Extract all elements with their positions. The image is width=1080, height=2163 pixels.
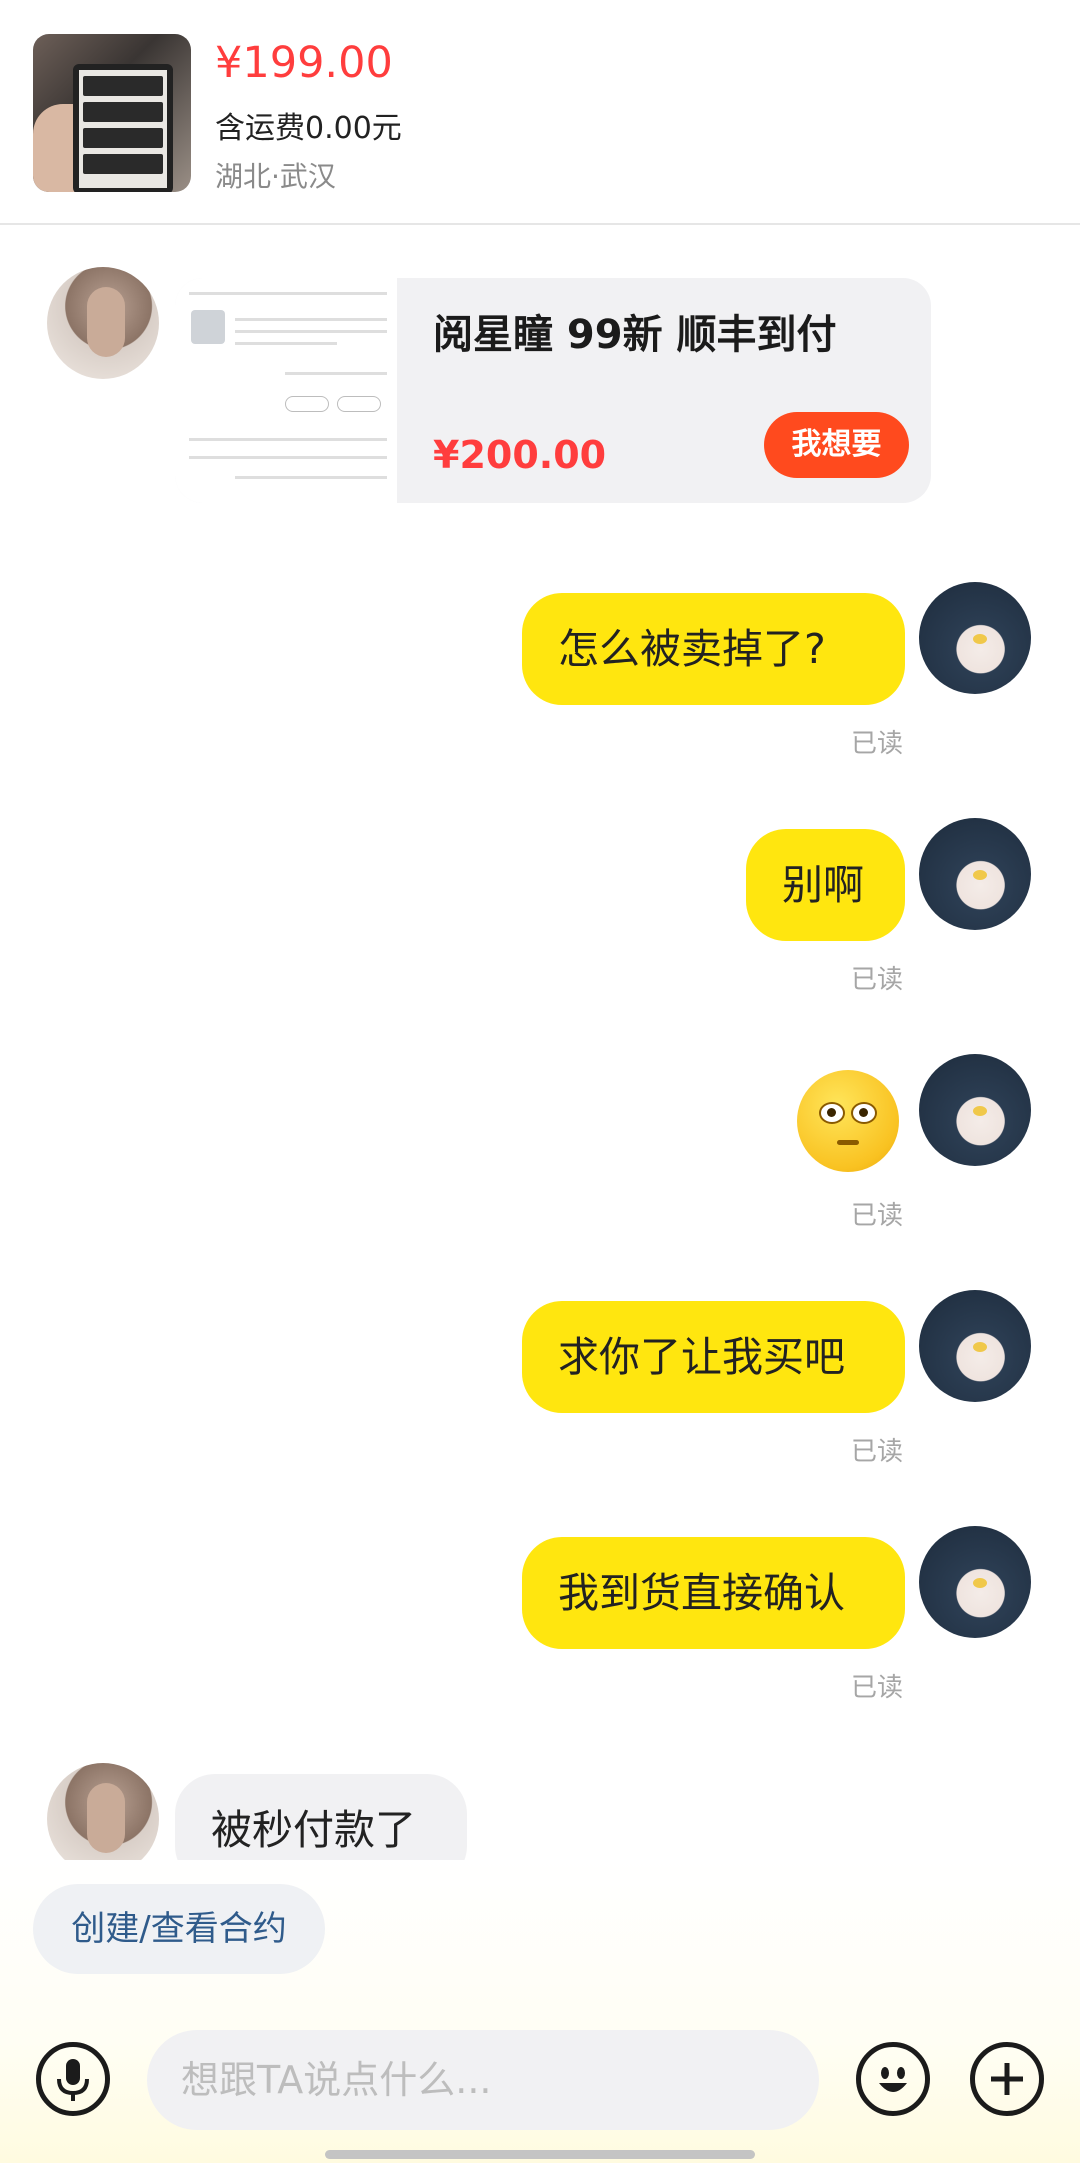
want-button[interactable]: 我想要 — [764, 412, 909, 478]
product-location: 湖北·武汉 — [215, 160, 336, 193]
message-bubble[interactable]: 别啊 — [746, 829, 905, 941]
card-price: ¥200.00 — [433, 433, 607, 477]
product-thumbnail[interactable] — [33, 34, 191, 192]
product-price: ¥199.00 — [215, 38, 393, 88]
read-status: 已读 — [851, 1673, 904, 1703]
read-status: 已读 — [851, 1437, 904, 1467]
message-bubble[interactable]: 我到货直接确认 — [522, 1537, 905, 1649]
message-bubble[interactable]: 求你了让我买吧 — [522, 1301, 905, 1413]
seller-avatar[interactable] — [47, 1763, 159, 1875]
my-avatar[interactable] — [919, 1290, 1031, 1402]
message-bubble[interactable]: 怎么被卖掉了? — [522, 593, 905, 705]
message-input[interactable]: 想跟TA说点什么... — [147, 2030, 819, 2130]
ereader-device — [73, 64, 173, 192]
my-avatar[interactable] — [919, 1526, 1031, 1638]
my-avatar[interactable] — [919, 582, 1031, 694]
seller-avatar[interactable] — [47, 267, 159, 379]
contract-button[interactable]: 创建/查看合约 — [33, 1884, 325, 1974]
product-card-message[interactable]: 阅星瞳 99新 顺丰到付 ¥200.00 我想要 — [175, 278, 931, 503]
product-header: ¥199.00 含运费0.00元 湖北·武汉 — [0, 0, 1080, 225]
my-avatar[interactable] — [919, 1054, 1031, 1166]
product-shipping: 含运费0.00元 — [215, 111, 402, 146]
emoji-icon[interactable] — [856, 2042, 930, 2116]
card-screenshot-image — [175, 278, 397, 503]
microphone-icon[interactable] — [36, 2042, 110, 2116]
my-avatar[interactable] — [919, 818, 1031, 930]
read-status: 已读 — [851, 1201, 904, 1231]
eyes-emoji-icon[interactable] — [797, 1070, 899, 1172]
plus-icon[interactable] — [970, 2042, 1044, 2116]
home-indicator — [325, 2150, 755, 2159]
read-status: 已读 — [851, 729, 904, 759]
card-title: 阅星瞳 99新 顺丰到付 — [433, 312, 837, 358]
read-status: 已读 — [851, 965, 904, 995]
